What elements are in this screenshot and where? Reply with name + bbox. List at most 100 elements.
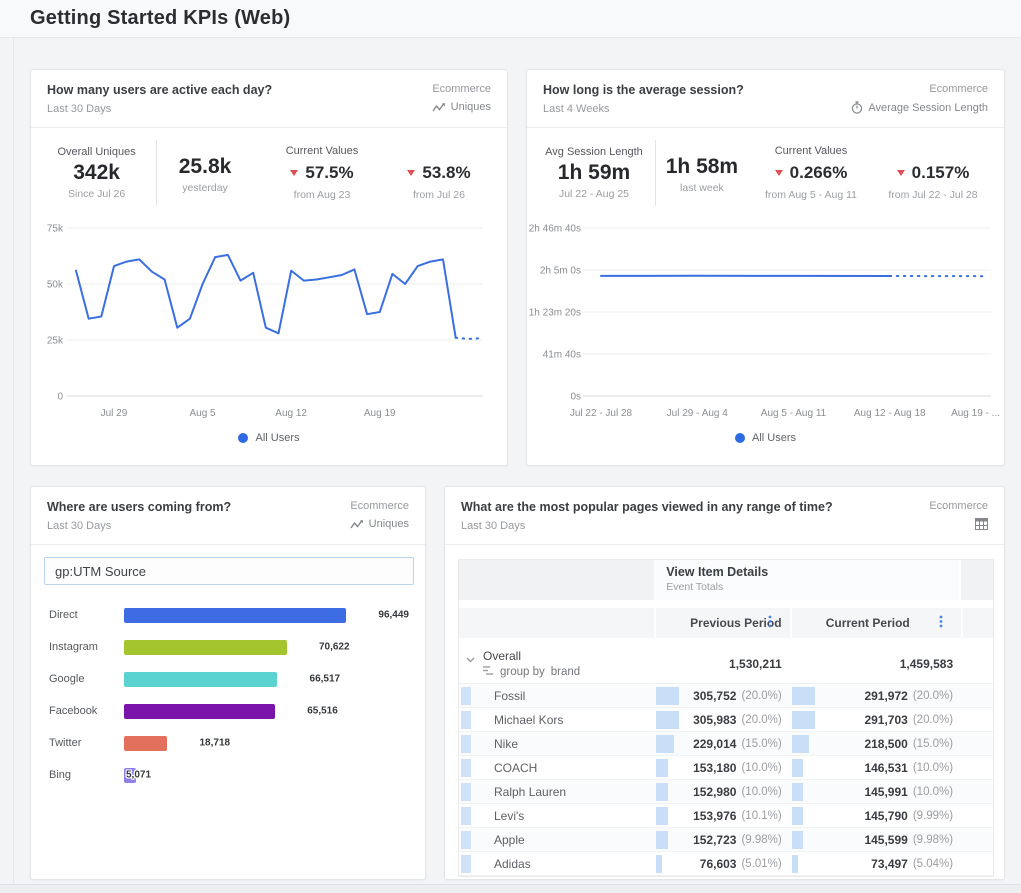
card-source: Ecommerce [851, 83, 988, 95]
line-chart-active-users[interactable]: 025k50k75kJul 29Aug 5Aug 12Aug 19 [31, 220, 507, 425]
brand-name: Nike [494, 737, 518, 751]
row-marker-bar [461, 687, 471, 705]
row-marker-bar [461, 831, 471, 849]
column-header-previous-period[interactable]: Previous Period [654, 608, 790, 638]
overall-stat: Overall Uniques 342k Since Jul 26 [41, 146, 152, 200]
svg-text:1h 23m 20s: 1h 23m 20s [529, 308, 581, 319]
column-header-current-period[interactable]: Current Period [790, 608, 961, 638]
card-active-users: How many users are active each day? Last… [30, 69, 508, 466]
bar-track: 70,622 [124, 639, 414, 655]
bar-direct[interactable] [124, 608, 346, 623]
event-name: View Item Details [666, 565, 959, 579]
cell-data-bar [656, 855, 662, 873]
cell-data-bar [792, 855, 798, 873]
svg-text:75k: 75k [47, 224, 64, 235]
arrow-down-icon [407, 170, 415, 176]
trend-line-icon [432, 102, 446, 113]
card-avg-session: How long is the average session? Last 4 … [526, 69, 1005, 466]
bar-value-label: 5,071 [126, 770, 151, 781]
chevron-down-icon[interactable] [466, 652, 475, 683]
table-overall-row[interactable]: Overallgroup bybrand1,530,2111,459,583 [459, 644, 993, 684]
bar-track: 66,517 [124, 671, 414, 687]
event-header: View Item DetailsEvent Totals [654, 560, 961, 600]
table-row[interactable]: Fossil 305,752(20.0%)291,972(20.0%) [459, 684, 993, 708]
previous-period-cell: 153,180(10.0%) [654, 756, 790, 779]
svg-text:50k: 50k [47, 280, 64, 291]
table-row[interactable]: Michael Kors305,983(20.0%)291,703(20.0%) [459, 708, 993, 732]
current-period-cell: 145,599(9.98%) [790, 828, 961, 851]
svg-text:Aug 12: Aug 12 [275, 408, 307, 419]
svg-text:25k: 25k [47, 336, 64, 347]
brand-name: Levi's [494, 809, 524, 823]
table-row[interactable]: Ralph Lauren152,980(10.0%)145,991(10.0%) [459, 780, 993, 804]
cell-data-bar [656, 735, 673, 753]
table-row[interactable]: Adidas76,603(5.01%)73,497(5.04%) [459, 852, 993, 876]
brand-name: Fossil [494, 689, 525, 703]
current-period-cell: 291,703(20.0%) [790, 708, 961, 731]
svg-text:2h 5m 0s: 2h 5m 0s [540, 266, 581, 277]
table-row[interactable]: COACH 153,180(10.0%)146,531(10.0%) [459, 756, 993, 780]
overall-label: Overall [483, 649, 580, 663]
cell-data-bar [656, 783, 668, 801]
utm-source-input[interactable] [44, 557, 414, 585]
table-row[interactable]: Levi's 153,976(10.1%)145,790(9.99%) [459, 804, 993, 828]
bar-chart-sources: Direct96,449Instagram70,622Google66,517F… [31, 599, 425, 791]
bar-track: 18,718 [124, 735, 414, 751]
brand-name: Apple [494, 833, 525, 847]
arrow-down-icon [775, 170, 783, 176]
cell-data-bar [656, 831, 668, 849]
line-chart-avg-session[interactable]: 0s41m 40s1h 23m 20s2h 5m 0s2h 46m 40sJul… [527, 220, 1004, 425]
cell-data-bar [656, 711, 679, 729]
row-marker-bar [461, 855, 471, 873]
legend[interactable]: All Users [527, 432, 1004, 444]
cell-data-bar [792, 711, 815, 729]
bar-row: Bing5,071 [31, 759, 425, 791]
current-period-cell: 145,991(10.0%) [790, 780, 961, 803]
card-question[interactable]: How many users are active each day? [47, 83, 491, 97]
svg-text:0: 0 [57, 392, 63, 403]
card-question[interactable]: What are the most popular pages viewed i… [461, 500, 988, 514]
previous-period-cell: 305,752(20.0%) [654, 684, 790, 707]
row-marker-bar [461, 807, 471, 825]
bar-track: 96,449 [124, 607, 414, 623]
bar-google[interactable] [124, 672, 277, 687]
legend[interactable]: All Users [31, 432, 507, 444]
stat-divider [156, 140, 157, 206]
trend-line-icon [350, 519, 364, 530]
svg-text:Aug 19 - ...: Aug 19 - ... [951, 408, 1000, 419]
brand-name: COACH [494, 761, 537, 775]
table-icon [975, 518, 988, 530]
group-by-row: group by brand [483, 666, 580, 678]
current-period-cell: 145,790(9.99%) [790, 804, 961, 827]
page-title: Getting Started KPIs (Web) [30, 7, 290, 30]
delta-from: from Aug 5 - Aug 11 [750, 189, 872, 201]
bar-instagram[interactable] [124, 640, 287, 655]
card-period: Last 30 Days [47, 103, 491, 115]
svg-text:Aug 5 - Aug 11: Aug 5 - Aug 11 [761, 408, 827, 419]
current-period-cell: 146,531(10.0%) [790, 756, 961, 779]
current-period-cell: 73,497(5.04%) [790, 852, 961, 875]
kebab-menu-icon[interactable] [939, 615, 943, 632]
group-by-value: brand [551, 666, 580, 678]
delta-stat: Current Values 57.5% from Aug 23 [263, 145, 381, 201]
svg-text:41m 40s: 41m 40s [543, 350, 581, 361]
delta-from: from Aug 23 [263, 189, 381, 201]
delta-value: 57.5% [305, 163, 353, 183]
table-row[interactable]: Apple152,723(9.98%)145,599(9.98%) [459, 828, 993, 852]
bar-facebook[interactable] [124, 704, 275, 719]
bar-row: Google66,517 [31, 663, 425, 695]
current-period-cell: 291,972(20.0%) [790, 684, 961, 707]
svg-text:Aug 19: Aug 19 [364, 408, 396, 419]
card-header: What are the most popular pages viewed i… [445, 487, 1004, 545]
cell-data-bar [792, 735, 809, 753]
group-by-label: group by [500, 666, 545, 678]
card-source: Ecommerce [432, 83, 491, 95]
delta-value: 53.8% [422, 163, 470, 183]
delta-stat: 53.8% from Jul 26 [381, 145, 497, 201]
bar-twitter[interactable] [124, 736, 167, 751]
bar-row: Facebook65,516 [31, 695, 425, 727]
previous-period-cell: 153,976(10.1%) [654, 804, 790, 827]
group-by-icon [483, 666, 494, 678]
kebab-menu-icon[interactable] [768, 615, 772, 632]
table-row[interactable]: Nike229,014(15.0%)218,500(15.0%) [459, 732, 993, 756]
